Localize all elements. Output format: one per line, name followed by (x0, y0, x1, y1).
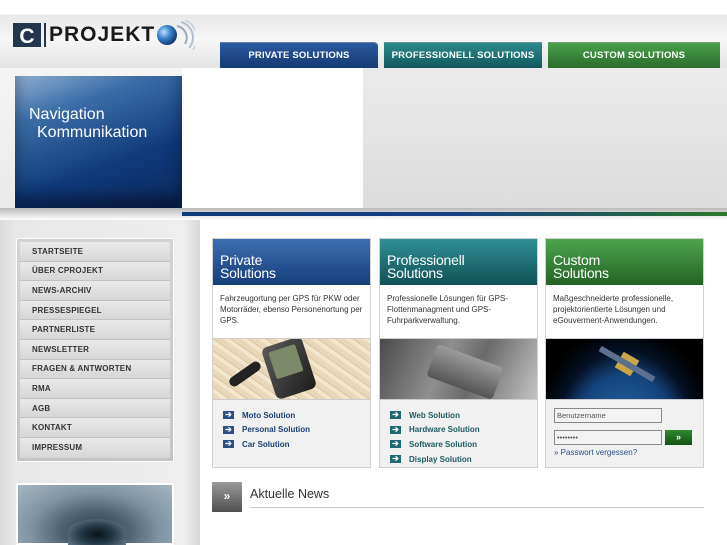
link-moto-solution[interactable]: ➔ Moto Solution (223, 408, 370, 423)
logo-wordmark: PROJEKT (49, 23, 156, 46)
gps-tracker-image (227, 359, 263, 389)
banner-color-line (182, 212, 727, 216)
link-hardware-solution[interactable]: ➔ Hardware Solution (390, 423, 537, 438)
logo-separator (44, 23, 46, 47)
sidebar-item-agb[interactable]: AGB (20, 398, 170, 419)
link-software-solution[interactable]: ➔ Software Solution (390, 437, 537, 452)
link-label: Moto Solution (242, 410, 296, 420)
banner-title-line2: Kommunikation (37, 124, 148, 141)
sidebar-item-fragen-antworten[interactable]: FRAGEN & ANTWORTEN (20, 359, 170, 380)
banner-image: Navigation Kommunikation (15, 76, 182, 208)
prof-title-line2: Solutions (387, 265, 443, 281)
gps-device-image (213, 338, 370, 400)
news-section: » Aktuelle News (212, 482, 705, 512)
nav-custom-solutions[interactable]: CUSTOM SOLUTIONS (548, 42, 720, 68)
satellite-earth-image (546, 338, 703, 400)
sidebar-item-newsletter[interactable]: NEWSLETTER (20, 339, 170, 360)
custom-title-line2: Solutions (553, 265, 609, 281)
link-car-solution[interactable]: ➔ Car Solution (223, 437, 370, 452)
custom-solutions-heading[interactable]: Custom Solutions (546, 239, 703, 285)
login-button[interactable]: » (665, 430, 692, 445)
forgot-password-link[interactable]: » Passwort vergessen? (554, 448, 703, 457)
link-label: Personal Solution (242, 425, 311, 435)
banner-white-panel (182, 68, 363, 216)
professionell-solutions-box: Professionell Solutions Professionelle L… (379, 238, 538, 468)
arrow-right-icon: ➔ (223, 440, 234, 449)
professionell-solutions-heading[interactable]: Professionell Solutions (380, 239, 537, 285)
private-links: ➔ Moto Solution ➔ Personal Solution ➔ Car S… (213, 400, 370, 452)
logo-c-box: C (13, 23, 41, 48)
page: C PROJEKT PRIVATE SOLUTIONS PROFESSIONEL… (0, 0, 727, 545)
sidebar: STARTSEITE ÜBER CPROJEKT NEWS-ARCHIV PRE… (0, 220, 200, 545)
link-label: Car Solution (242, 439, 290, 449)
private-description: Fahrzeugortung per GPS für PKW oder Moto… (213, 285, 370, 338)
arrow-right-icon: ➔ (390, 411, 401, 420)
arrow-right-icon: ➔ (390, 455, 401, 464)
banner-right-panel (363, 68, 727, 208)
banner-title-line1: Navigation (29, 106, 105, 123)
prof-description: Professionelle Lösungen für GPS-Flottenm… (380, 285, 537, 338)
sidebar-item-pressespiegel[interactable]: PRESSESPIEGEL (20, 300, 170, 321)
sidebar-item-impressum[interactable]: IMPRESSUM (20, 437, 170, 458)
top-navigation: PRIVATE SOLUTIONS PROFESSIONELL SOLUTION… (220, 42, 727, 68)
eye-iris (68, 519, 126, 545)
username-field[interactable] (554, 408, 662, 423)
news-divider (250, 507, 704, 508)
custom-solutions-box: Custom Solutions Maßgeschneiderte profes… (545, 238, 704, 468)
cprojekt-logo[interactable]: C PROJEKT (13, 20, 196, 50)
arrow-right-icon: ➔ (223, 411, 234, 420)
gps-handheld-image (260, 339, 318, 399)
link-label: Display Solution (409, 454, 472, 464)
prof-links: ➔ Web Solution ➔ Hardware Solution ➔ Softwa… (380, 400, 537, 467)
nav-professionell-solutions[interactable]: PROFESSIONELL SOLUTIONS (384, 42, 542, 68)
custom-description: Maßgeschneiderte professionelle, projekt… (546, 285, 703, 338)
link-label: Hardware Solution (409, 425, 480, 435)
connector-image (426, 344, 504, 399)
sidebar-item-kontakt[interactable]: KONTAKT (20, 418, 170, 438)
sidebar-item-ueber-cprojekt[interactable]: ÜBER CPROJEKT (20, 261, 170, 282)
private-title-line2: Solutions (220, 265, 276, 281)
nav-private-solutions[interactable]: PRIVATE SOLUTIONS (220, 42, 378, 68)
sidebar-item-rma[interactable]: RMA (20, 379, 170, 399)
login-form: » » Passwort vergessen? (546, 400, 703, 457)
link-label: Web Solution (409, 410, 460, 420)
eye-image (16, 483, 174, 545)
satellite-image (614, 351, 640, 377)
link-web-solution[interactable]: ➔ Web Solution (390, 408, 537, 423)
sidebar-item-news-archiv[interactable]: NEWS-ARCHIV (20, 281, 170, 301)
arrow-right-icon: ➔ (390, 440, 401, 449)
password-field[interactable] (554, 430, 662, 445)
sidebar-menu: STARTSEITE ÜBER CPROJEKT NEWS-ARCHIV PRE… (16, 238, 174, 462)
sidebar-item-startseite[interactable]: STARTSEITE (20, 242, 170, 262)
password-row: » (554, 430, 703, 445)
link-personal-solution[interactable]: ➔ Personal Solution (223, 423, 370, 438)
private-solutions-box: Private Solutions Fahrzeugortung per GPS… (212, 238, 371, 468)
hardware-image (380, 338, 537, 400)
arrow-right-icon: ➔ (223, 425, 234, 434)
sidebar-item-partnerliste[interactable]: PARTNERLISTE (20, 320, 170, 340)
banner-title: Navigation Kommunikation (29, 106, 147, 142)
news-arrow-icon[interactable]: » (212, 482, 242, 512)
news-title: Aktuelle News (250, 487, 330, 501)
private-solutions-heading[interactable]: Private Solutions (213, 239, 370, 285)
main-content: Private Solutions Fahrzeugortung per GPS… (200, 220, 727, 545)
arrow-right-icon: ➔ (390, 425, 401, 434)
link-label: Software Solution (409, 439, 477, 449)
banner: Navigation Kommunikation (0, 68, 727, 220)
link-display-solution[interactable]: ➔ Display Solution (390, 452, 537, 467)
header: C PROJEKT PRIVATE SOLUTIONS PROFESSIONEL… (0, 0, 727, 68)
